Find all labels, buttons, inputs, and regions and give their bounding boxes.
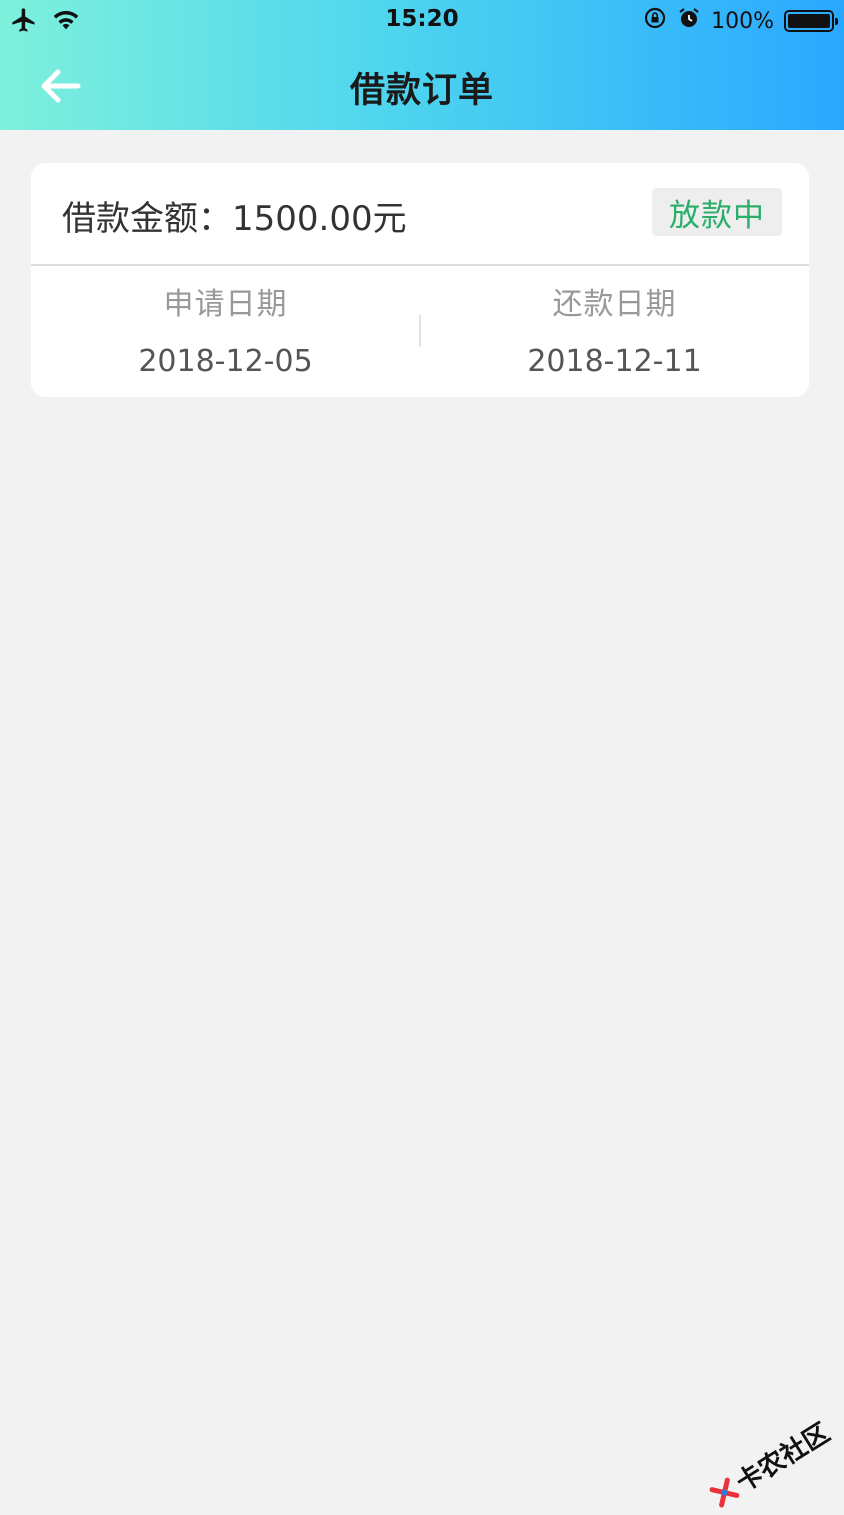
watermark-text: 卡农社区 (728, 1413, 836, 1499)
status-badge: 放款中 (652, 188, 782, 236)
battery-level (788, 14, 830, 28)
rotation-lock-icon (643, 6, 667, 36)
apply-date-label: 申请日期 (31, 285, 420, 325)
page-title: 借款订单 (0, 62, 844, 113)
repay-date-label: 还款日期 (420, 285, 809, 325)
apply-date-column: 申请日期 2018-12-05 (31, 285, 420, 382)
order-card-header: 借款金额：1500.00元 放款中 (31, 163, 809, 266)
order-card[interactable]: 借款金额：1500.00元 放款中 申请日期 2018-12-05 还款日期 2… (31, 163, 809, 397)
battery-percent: 100% (711, 9, 774, 34)
repay-date-column: 还款日期 2018-12-11 (420, 285, 809, 382)
apply-date-value: 2018-12-05 (31, 342, 420, 382)
repay-date-value: 2018-12-11 (420, 342, 809, 382)
watermark: 卡农社区 (704, 1413, 836, 1514)
loan-amount: 借款金额：1500.00元 (62, 191, 407, 240)
header-bar: 15:20 100% 借款订单 (0, 0, 844, 130)
status-right: 100% (643, 6, 834, 36)
status-bar: 15:20 100% (0, 0, 844, 42)
battery-icon (784, 10, 834, 32)
alarm-icon (677, 6, 701, 36)
